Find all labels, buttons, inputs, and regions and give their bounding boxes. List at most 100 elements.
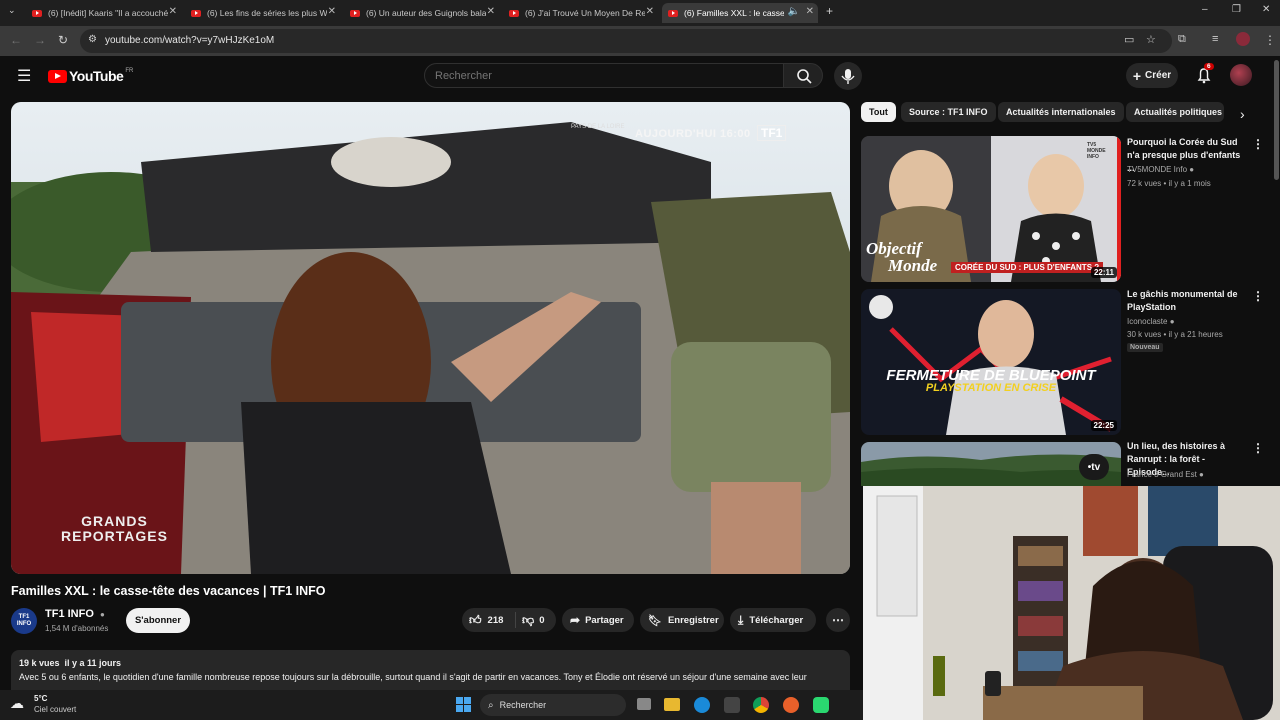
browser-tab[interactable]: (6) J'ai Trouvé Un Moyen De Re ✕ (509, 3, 654, 23)
search-icon: ⌕ (488, 699, 494, 711)
search-input[interactable] (424, 63, 784, 88)
chip-source[interactable]: Source : TF1 INFO (901, 102, 996, 122)
new-badge: Nouveau (1127, 343, 1163, 352)
subscribe-button[interactable]: S'abonner (126, 608, 190, 633)
browser-menu-icon[interactable]: ⋮ (1264, 33, 1276, 47)
firefox-icon[interactable] (783, 697, 799, 713)
thumbnail-subcaption: PLAYSTATION EN CRISE (925, 382, 1057, 394)
youtube-logo[interactable]: YouTube FR (48, 68, 133, 84)
verified-badge-icon: ● (99, 610, 105, 619)
more-options-icon[interactable]: ⋮ (1252, 137, 1264, 151)
recommendation-thumbnail[interactable]: •tv (861, 442, 1121, 486)
close-tab-icon[interactable]: ✕ (487, 6, 495, 17)
tv5monde-logo: TV5 MONDE INFO (1087, 142, 1106, 160)
video-player[interactable]: PAYS DE LA LOIRE AUJOURD'HUI 16:00 TF1 G… (11, 102, 850, 574)
media-control-icon[interactable]: ≡ (1212, 33, 1218, 45)
share-arrow-icon: ➦ (570, 613, 581, 627)
chevron-right-icon[interactable]: › (1240, 106, 1245, 122)
france-tv-logo: •tv (1079, 454, 1109, 480)
close-tab-icon[interactable]: ✕ (328, 6, 336, 17)
more-options-icon[interactable]: ⋮ (1252, 289, 1264, 303)
audio-playing-icon[interactable]: 🔈 (788, 6, 800, 17)
streamer-camera-feed (863, 486, 1280, 720)
chip-politics[interactable]: Actualités politiques (1126, 102, 1224, 122)
browser-tab[interactable]: (6) Les fins de séries les plus W ✕ (191, 3, 336, 23)
browser-toolbar: ← → ↻ ⚙ youtube.com/watch?v=y7wHJzKe1oM … (0, 26, 1280, 56)
like-dislike-group: 👍︎ 218 👎︎ 0 (462, 608, 556, 632)
browser-tab[interactable]: (6) Un auteur des Guignols bala ✕ (350, 3, 495, 23)
create-button[interactable]: + Créer (1126, 63, 1178, 88)
chip-all[interactable]: Tout (861, 102, 896, 122)
youtube-favicon-icon (509, 9, 519, 17)
recommendation-thumbnail[interactable]: Objectif Monde CORÉE DU SUD : PLUS D'ENF… (861, 136, 1121, 282)
notifications-button[interactable]: 6 (1194, 63, 1214, 90)
recommendation-channel[interactable]: Iconoclaste ● (1127, 315, 1175, 328)
forward-icon[interactable]: → (34, 33, 46, 47)
app-icon[interactable] (813, 697, 829, 713)
browser-tab-active[interactable]: (6) Familles XXL : le casse-tê 🔈 ✕ (662, 3, 818, 23)
save-button[interactable]: 🔖︎ Enregistrer (640, 608, 724, 632)
recommendation-thumbnail[interactable]: FERMETURE DE BLUEPOINT PLAYSTATION EN CR… (861, 289, 1121, 435)
youtube-favicon-icon (191, 9, 201, 17)
search-button[interactable] (783, 63, 823, 88)
close-tab-icon[interactable]: ✕ (646, 6, 654, 17)
profile-avatar[interactable] (1236, 32, 1250, 46)
recommendation-title[interactable]: Le gâchis monumental de PlayStation (1127, 288, 1249, 314)
thumbs-up-icon: 👍︎ (469, 612, 482, 627)
bookmark-star-icon[interactable]: ☆ (1146, 33, 1156, 46)
back-icon[interactable]: ← (10, 33, 22, 47)
store-icon[interactable] (724, 697, 740, 713)
task-view-icon[interactable] (637, 698, 651, 710)
chip-international-news[interactable]: Actualités internationales (998, 102, 1124, 122)
cast-icon[interactable]: ▭ (1124, 33, 1134, 46)
tab-search-icon[interactable]: ⌄ (8, 5, 16, 16)
verified-badge-icon: ● (1169, 317, 1175, 326)
site-info-icon[interactable]: ⚙ (88, 34, 97, 45)
thumbs-down-icon: 👎︎ (522, 612, 535, 627)
youtube-favicon-icon (668, 9, 678, 17)
close-tab-icon[interactable]: ✕ (169, 6, 177, 17)
more-options-icon[interactable]: ⋮ (1252, 441, 1264, 455)
share-button[interactable]: ➦ Partager (562, 608, 634, 632)
extensions-icon[interactable]: ⧉ (1178, 33, 1186, 46)
search-icon (797, 69, 812, 84)
windows-start-icon[interactable] (456, 697, 472, 713)
channel-name[interactable]: TF1 INFO ● (45, 608, 105, 620)
webcam-overlay (863, 486, 1280, 720)
scrollbar-thumb[interactable] (1274, 60, 1279, 180)
show-watermark: GRANDS REPORTAGES (61, 513, 168, 544)
close-tab-icon[interactable]: ✕ (806, 6, 814, 17)
notification-badge: 6 (1204, 63, 1214, 70)
file-explorer-icon[interactable] (664, 698, 680, 711)
verified-badge-icon: ● (1199, 470, 1204, 479)
recommendation-channel[interactable]: France 3 Grand Est ● (1127, 468, 1204, 481)
dislike-button[interactable]: 👎︎ 0 (516, 613, 544, 628)
hamburger-menu-icon[interactable]: ☰ (17, 66, 31, 86)
voice-search-button[interactable] (834, 62, 862, 90)
download-button[interactable]: ⤓ Télécharger (730, 608, 816, 632)
more-actions-icon[interactable]: ⋯ (826, 608, 850, 632)
new-tab-icon[interactable]: + (826, 4, 833, 18)
channel-avatar[interactable]: TF1 INFO (11, 608, 37, 634)
region-overlay: PAYS DE LA LOIRE (571, 124, 625, 130)
restore-icon[interactable]: ❐ (1232, 4, 1241, 15)
temperature: 5°C (34, 694, 48, 703)
recommendation-channel[interactable]: TV5MONDE Info ● (1127, 163, 1194, 176)
browser-tab-strip: ⌄ (6) [Inédit] Kaaris "Il a accouché ✕ (… (0, 0, 1280, 26)
like-button[interactable]: 👍︎ 218 (462, 612, 516, 628)
close-window-icon[interactable]: ✕ (1262, 4, 1270, 15)
minimize-icon[interactable]: – (1202, 4, 1208, 15)
description-text: Avec 5 ou 6 enfants, le quotidien d'une … (19, 672, 807, 682)
edge-icon[interactable] (694, 697, 710, 713)
thumbnail-banner: CORÉE DU SUD : PLUS D'ENFANTS ? (951, 262, 1104, 273)
reload-icon[interactable]: ↻ (58, 33, 68, 47)
youtube-header: ☰ YouTube FR + Créer 6 (0, 56, 1280, 96)
plus-icon: + (1132, 67, 1142, 84)
browser-tab[interactable]: (6) [Inédit] Kaaris "Il a accouché ✕ (32, 3, 177, 23)
account-avatar[interactable] (1230, 64, 1252, 86)
weather-cloud-icon[interactable]: ☁ (10, 695, 24, 712)
chrome-icon[interactable] (753, 697, 769, 713)
taskbar-search[interactable]: ⌕ Rechercher (480, 694, 626, 716)
address-bar[interactable]: ⚙ youtube.com/watch?v=y7wHJzKe1oM ▭ ☆ (80, 29, 1172, 53)
thumbnail-caption: Objectif Monde (866, 239, 938, 275)
